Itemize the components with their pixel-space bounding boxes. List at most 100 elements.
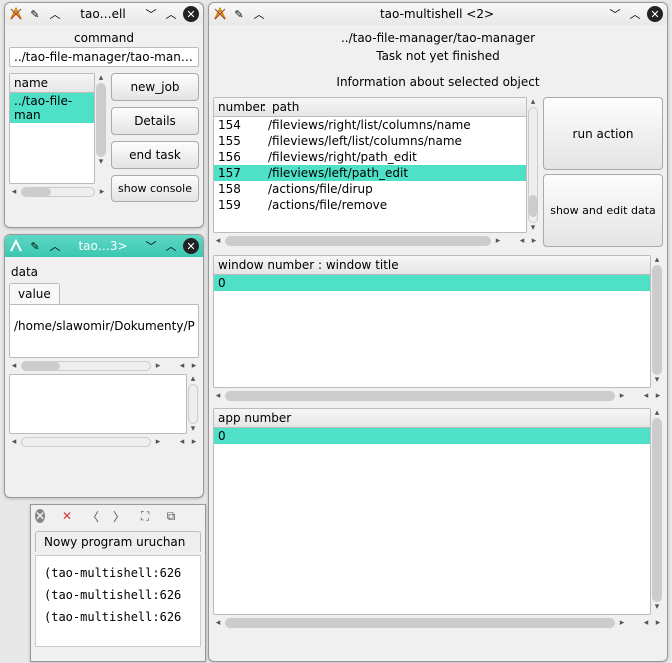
scroll-right-icon[interactable]: ▸ <box>153 361 163 371</box>
close-x-icon[interactable]: ✕ <box>59 508 75 524</box>
expand-icon[interactable]: ⛶ <box>137 508 153 524</box>
scroll-left-icon[interactable]: ◂ <box>641 618 651 628</box>
main-titlebar: ✎ ︿ tao-multishell <2> ﹀ ︿ ✕ <box>209 3 667 25</box>
window-number-header[interactable]: window number : window title <box>214 256 650 275</box>
scroll-right-icon[interactable]: ▸ <box>189 437 199 447</box>
scroll-left-icon[interactable]: ◂ <box>213 618 223 628</box>
scrollbar-h[interactable] <box>225 236 491 246</box>
scroll-down-icon[interactable]: ▾ <box>96 157 106 167</box>
scroll-up-icon[interactable]: ▴ <box>528 97 538 107</box>
end-task-button[interactable]: end task <box>111 141 199 169</box>
info-label: Information about selected object <box>213 73 663 91</box>
minimize-icon[interactable]: ﹀ <box>143 6 159 22</box>
up-icon[interactable]: ︿ <box>47 238 63 254</box>
win2-title: tao…3> <box>67 239 139 253</box>
main-title: tao-multishell <2> <box>271 7 603 21</box>
scrollbar-h[interactable] <box>225 618 615 628</box>
scroll-right-icon[interactable]: ▸ <box>617 391 627 401</box>
close-icon[interactable]: ✕ <box>183 6 199 22</box>
scroll-right-icon[interactable]: ▸ <box>189 361 199 371</box>
scroll-left-icon[interactable]: ◂ <box>9 361 19 371</box>
tab-value[interactable]: value <box>9 283 60 304</box>
table-row[interactable]: 154/fileviews/right/list/columns/name <box>214 117 526 133</box>
scroll-right-icon[interactable]: ▸ <box>617 618 627 628</box>
scrollbar-v[interactable] <box>96 83 106 157</box>
pin-icon[interactable]: ✎ <box>231 6 247 22</box>
scroll-right-icon[interactable]: ▸ <box>653 391 663 401</box>
window-number-row[interactable]: 0 <box>214 275 650 291</box>
details-button[interactable]: Details <box>111 107 199 135</box>
scroll-right-icon[interactable]: ▸ <box>97 187 107 197</box>
scrollbar-v[interactable] <box>188 384 198 424</box>
scroll-left-icon[interactable]: ◂ <box>517 236 527 246</box>
list-header: number : path <box>214 98 526 117</box>
table-row[interactable]: 157/fileviews/left/path_edit <box>214 165 526 181</box>
scroll-left-icon[interactable]: ◂ <box>177 361 187 371</box>
scroll-down-icon[interactable]: ▾ <box>528 223 538 233</box>
scroll-down-icon[interactable]: ▾ <box>652 375 662 385</box>
scroll-down-icon[interactable]: ▾ <box>652 602 662 612</box>
scroll-left-icon[interactable]: ◂ <box>9 187 19 197</box>
scroll-left-icon[interactable]: ◂ <box>213 236 223 246</box>
win1-titlebar: ✎ ︿ tao…ell ﹀ ︿ ✕ <box>5 3 203 25</box>
pin-icon[interactable]: ✎ <box>27 6 43 22</box>
command-input[interactable]: ../tao-file-manager/tao-manager <box>9 47 199 67</box>
scrollbar-h[interactable] <box>21 187 95 197</box>
copy-icon[interactable]: ⧉ <box>163 508 179 524</box>
chevron-right-icon[interactable]: 〉 <box>111 508 127 524</box>
maximize-icon[interactable]: ︿ <box>163 6 179 22</box>
close-icon[interactable]: ✕ <box>183 238 199 254</box>
show-console-button[interactable]: show console <box>111 175 199 202</box>
table-row[interactable]: 158/actions/file/dirup <box>214 181 526 197</box>
scrollbar-h[interactable] <box>225 391 615 401</box>
app-number-row[interactable]: 0 <box>214 428 650 444</box>
scroll-up-icon[interactable]: ▴ <box>652 255 662 265</box>
scroll-right-icon[interactable]: ▸ <box>529 236 539 246</box>
app-icon <box>9 7 23 21</box>
up-icon[interactable]: ︿ <box>47 6 63 22</box>
scroll-right-icon[interactable]: ▸ <box>153 437 163 447</box>
scroll-down-icon[interactable]: ▾ <box>188 424 198 434</box>
close-icon[interactable]: ✕ <box>35 509 45 523</box>
scrollbar-v[interactable] <box>652 265 662 375</box>
new-job-button[interactable]: new_job <box>111 73 199 101</box>
data-label: data <box>9 261 199 283</box>
terminal-tab[interactable]: Nowy program uruchan <box>35 531 201 552</box>
list-item[interactable]: ../tao-file-man <box>10 93 94 123</box>
scroll-right-icon[interactable]: ▸ <box>493 236 503 246</box>
maximize-icon[interactable]: ︿ <box>163 238 179 254</box>
table-row[interactable]: 159/actions/file/remove <box>214 197 526 213</box>
minimize-icon[interactable]: ﹀ <box>607 6 623 22</box>
minimize-icon[interactable]: ﹀ <box>143 238 159 254</box>
name-column-header[interactable]: name <box>10 74 94 93</box>
app-icon <box>9 239 23 253</box>
scroll-up-icon[interactable]: ▴ <box>188 374 198 384</box>
table-row[interactable]: 156/fileviews/right/path_edit <box>214 149 526 165</box>
scrollbar-v[interactable] <box>528 107 538 223</box>
scroll-up-icon[interactable]: ▴ <box>652 408 662 418</box>
scroll-left-icon[interactable]: ◂ <box>213 391 223 401</box>
table-row[interactable]: 155/fileviews/left/list/columns/name <box>214 133 526 149</box>
scroll-left-icon[interactable]: ◂ <box>9 437 19 447</box>
scroll-left-icon[interactable]: ◂ <box>177 437 187 447</box>
scrollbar-v[interactable] <box>652 418 662 602</box>
terminal-line: (tao-multishell:626 <box>44 584 192 606</box>
run-action-button[interactable]: run action <box>543 97 663 170</box>
chevron-left-icon[interactable]: 〈 <box>85 508 101 524</box>
maximize-icon[interactable]: ︿ <box>627 6 643 22</box>
scrollbar-h[interactable] <box>21 361 151 371</box>
terminal-line: (tao-multishell:626 <box>44 606 192 628</box>
scroll-left-icon[interactable]: ◂ <box>641 391 651 401</box>
scroll-up-icon[interactable]: ▴ <box>96 73 106 83</box>
up-icon[interactable]: ︿ <box>251 6 267 22</box>
pin-icon[interactable]: ✎ <box>27 238 43 254</box>
close-icon[interactable]: ✕ <box>647 6 663 22</box>
app-number-header[interactable]: app number <box>214 409 650 428</box>
col-path[interactable]: path <box>266 100 522 114</box>
path-text: /home/slawomir/Dokumenty/P <box>10 305 198 337</box>
scrollbar-h[interactable] <box>21 437 151 447</box>
col-number[interactable]: number <box>218 100 262 114</box>
scroll-right-icon[interactable]: ▸ <box>653 618 663 628</box>
show-edit-data-button[interactable]: show and edit data <box>543 174 663 247</box>
app-icon <box>213 7 227 21</box>
